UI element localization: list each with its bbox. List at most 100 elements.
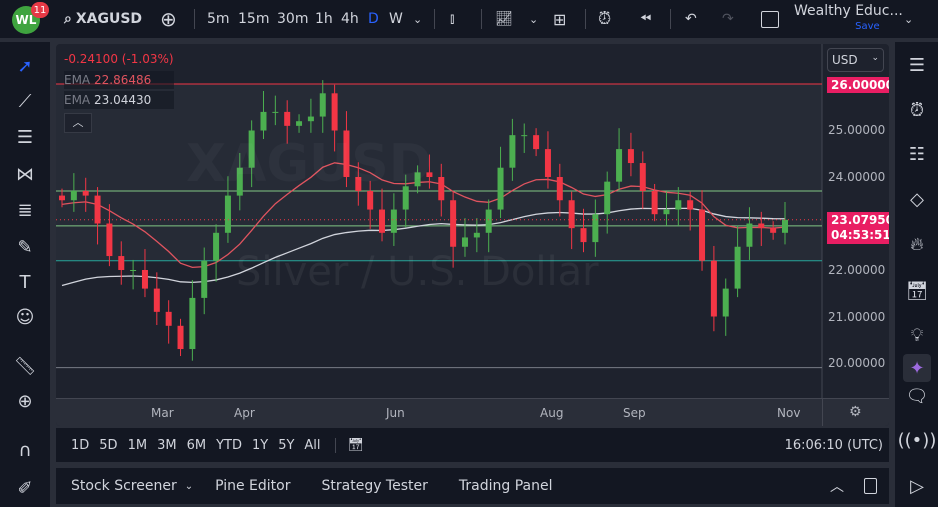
- cursor-icon[interactable]: ➚: [13, 54, 37, 78]
- alerts-clock-icon[interactable]: ⏰︎: [903, 96, 931, 124]
- candle-type-icon[interactable]: ⫾: [450, 0, 454, 38]
- calendar-icon[interactable]: 📅︎: [903, 277, 931, 305]
- candle-body: [497, 167, 504, 210]
- alarm-add-icon[interactable]: ⏰︎: [598, 0, 611, 38]
- watermark-description: Silver / U.S. Dollar: [236, 249, 599, 295]
- time-label: Mar: [151, 406, 174, 420]
- watchlist-icon[interactable]: ☰: [903, 51, 931, 79]
- range-3m[interactable]: 3M: [157, 438, 177, 453]
- candle-body: [165, 311, 172, 326]
- time-label: Aug: [540, 406, 564, 420]
- undo-icon[interactable]: ↶: [685, 0, 697, 38]
- ruler-icon[interactable]: 📏︎: [13, 354, 37, 378]
- candle-body: [213, 232, 220, 261]
- currency-select[interactable]: USD ⌄: [827, 48, 884, 72]
- interval-4h[interactable]: 4h: [341, 0, 359, 38]
- interval-w[interactable]: W: [389, 0, 403, 38]
- magnet-icon[interactable]: ∩: [13, 438, 37, 462]
- indicators-icon[interactable]: 📈︎: [495, 0, 513, 38]
- maximize-panel-icon[interactable]: [864, 478, 877, 494]
- interval-d[interactable]: D: [368, 0, 379, 38]
- date-range-bar: 1D 5D 1M 3M 6M YTD 1Y 5Y All 📅︎ 16:06:10…: [56, 428, 889, 462]
- utc-clock[interactable]: 16:06:10 (UTC): [785, 438, 883, 453]
- brush-icon[interactable]: ✎: [13, 235, 37, 259]
- go-to-date-icon[interactable]: 📅︎: [334, 437, 364, 453]
- candle-body: [390, 209, 397, 233]
- emoji-icon[interactable]: ☺: [13, 305, 37, 329]
- candle-body: [675, 200, 682, 210]
- ideas-lightbulb-icon[interactable]: 💡︎: [903, 321, 931, 349]
- interval-30m[interactable]: 30m: [277, 0, 308, 38]
- price-tick: 22.00000: [828, 263, 886, 277]
- chevron-up-icon[interactable]: ︿: [830, 476, 844, 496]
- hotlists-flame-icon[interactable]: 🔥︎: [903, 230, 931, 258]
- candle-body: [70, 190, 77, 201]
- candle-body: [580, 228, 587, 243]
- candle-body: [59, 195, 65, 201]
- candle-body: [473, 232, 480, 238]
- broadcast-play-icon[interactable]: ▷: [903, 472, 931, 500]
- range-ytd[interactable]: YTD: [216, 438, 242, 453]
- layout-grid-icon[interactable]: ⊞: [553, 0, 566, 38]
- collapse-legend-button[interactable]: ︿: [64, 113, 92, 133]
- candle-body: [177, 325, 184, 350]
- candle-body: [651, 190, 658, 215]
- chevron-down-icon[interactable]: ⌄: [185, 481, 193, 492]
- pattern-icon[interactable]: ⋈: [13, 162, 37, 186]
- price-tick: 20.00000: [828, 356, 886, 370]
- tab-strategy-tester[interactable]: Strategy Tester: [322, 478, 428, 494]
- candle-body: [604, 181, 611, 215]
- tab-pine-editor[interactable]: Pine Editor: [215, 478, 290, 494]
- save-link[interactable]: Save: [855, 19, 880, 34]
- replay-icon[interactable]: ⏪︎: [640, 0, 651, 38]
- range-1m[interactable]: 1M: [128, 438, 148, 453]
- settings-gear-icon[interactable]: ⚙: [849, 404, 862, 420]
- interval-15m[interactable]: 15m: [238, 0, 269, 38]
- candle-body: [746, 223, 753, 247]
- compare-add-icon[interactable]: ⊕: [160, 0, 177, 38]
- range-all[interactable]: All: [304, 438, 320, 453]
- tab-stock-screener[interactable]: Stock Screener: [71, 478, 177, 494]
- zoom-in-icon[interactable]: ⊕: [13, 389, 37, 413]
- symbol-search-button[interactable]: ⌕ XAGUSD: [64, 0, 142, 38]
- streams-icon[interactable]: ((•)): [898, 426, 937, 454]
- ema-fast-label[interactable]: EMA: [64, 73, 90, 87]
- lock-drawings-icon[interactable]: ✐: [13, 476, 37, 500]
- ema-slow-label[interactable]: EMA: [64, 93, 90, 107]
- trendline-icon[interactable]: ⟋: [13, 89, 37, 113]
- layers-icon[interactable]: ◇: [903, 185, 931, 213]
- range-5y[interactable]: 5Y: [278, 438, 294, 453]
- ema-fast-value: 22.86486: [93, 73, 152, 87]
- chevron-down-icon[interactable]: ⌄: [529, 0, 538, 38]
- fib-icon[interactable]: ≣: [13, 198, 37, 222]
- time-label: Nov: [777, 406, 801, 420]
- candle-body: [201, 260, 208, 298]
- chart-panel[interactable]: XAGUSD Silver / U.S. Dollar -0.24100 (-1…: [56, 44, 889, 426]
- top-toolbar: WL 11 ⌕ XAGUSD ⊕ 5m 15m 30m 1h 4h D W ⌄ ⫾…: [0, 0, 938, 38]
- horizontal-lines-icon[interactable]: ☰: [13, 125, 37, 149]
- chevron-down-icon[interactable]: ⌄: [904, 0, 913, 38]
- interval-1h[interactable]: 1h: [315, 0, 333, 38]
- candle-body: [782, 219, 788, 233]
- range-1d[interactable]: 1D: [71, 438, 89, 453]
- data-window-icon[interactable]: ☷: [903, 140, 931, 168]
- search-icon: ⌕: [64, 11, 72, 27]
- chevron-down-icon[interactable]: ⌄: [413, 0, 422, 38]
- candle-body: [687, 200, 694, 210]
- chat-icon[interactable]: 🗨︎: [903, 382, 931, 410]
- layout-name-button[interactable]: Wealthy Educ... Save: [794, 0, 903, 38]
- time-axis[interactable]: Mar Apr Jun Aug Sep Nov ⚙: [56, 398, 889, 426]
- text-icon[interactable]: T: [13, 270, 37, 294]
- candle-body: [189, 297, 196, 350]
- price-chart[interactable]: [56, 44, 889, 426]
- interval-5m[interactable]: 5m: [207, 0, 230, 38]
- price-tick: 24.00000: [828, 170, 886, 184]
- ai-sparkle-icon[interactable]: ✦: [903, 354, 931, 382]
- tab-trading-panel[interactable]: Trading Panel: [459, 478, 553, 494]
- range-5d[interactable]: 5D: [99, 438, 117, 453]
- candle-body: [307, 116, 314, 122]
- fullscreen-icon[interactable]: [761, 10, 779, 28]
- range-1y[interactable]: 1Y: [252, 438, 268, 453]
- range-6m[interactable]: 6M: [187, 438, 207, 453]
- redo-icon[interactable]: ↷: [722, 0, 734, 38]
